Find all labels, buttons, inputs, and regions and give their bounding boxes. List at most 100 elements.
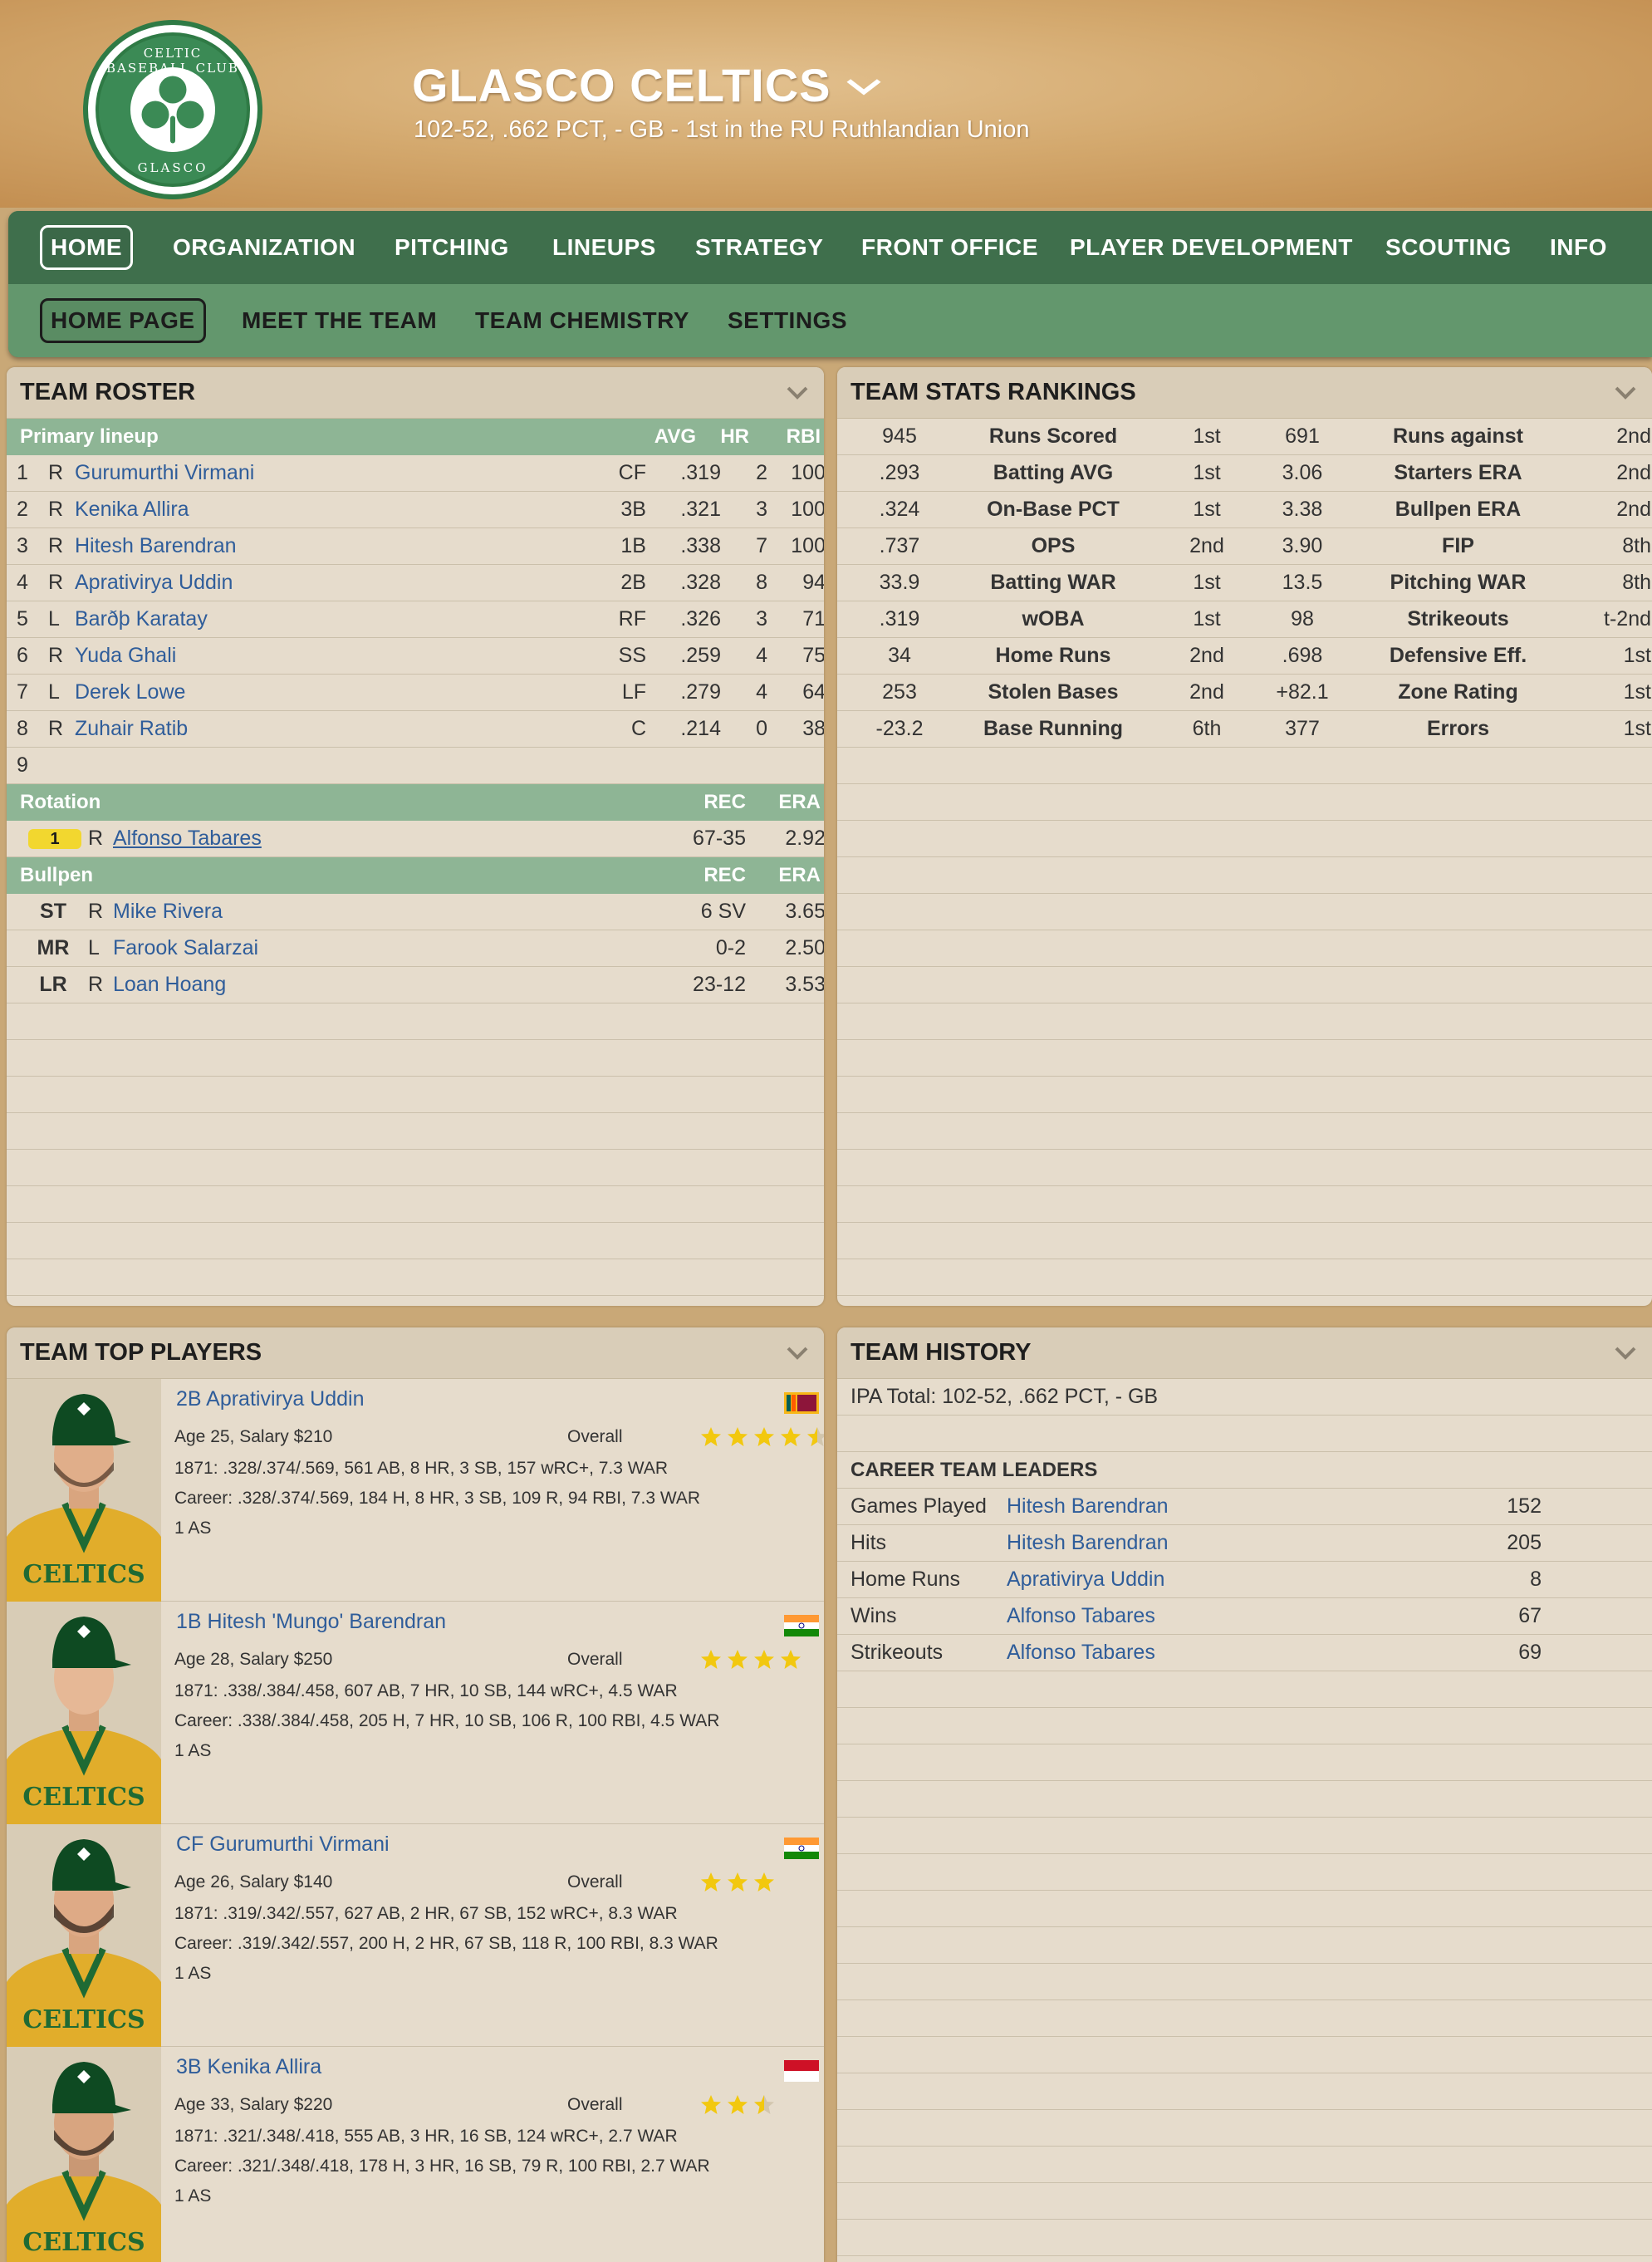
subnav-settings[interactable]: SETTINGS: [728, 307, 847, 334]
player-name-link[interactable]: 2B Aprativirya Uddin: [176, 1387, 365, 1411]
batting-order: 3: [17, 534, 28, 557]
avg-value: .214: [680, 717, 721, 740]
rec-value: 67-35: [693, 827, 746, 850]
stat-rank: 1st: [1193, 498, 1221, 521]
col-avg[interactable]: AVG: [638, 425, 696, 449]
season-stats: 1871: .321/.348/.418, 555 AB, 3 HR, 16 S…: [174, 2127, 678, 2146]
nav-info[interactable]: INFO: [1550, 234, 1607, 261]
col-rec[interactable]: REC: [688, 864, 746, 887]
stat-label: Base Running: [983, 717, 1124, 740]
player-link[interactable]: Kenika Allira: [75, 498, 189, 522]
avg-value: .321: [680, 498, 721, 521]
lineup-row-empty[interactable]: 9: [7, 748, 824, 784]
lineup-row: 8 R Zuhair Ratib C .214 0 38: [7, 711, 824, 748]
player-link[interactable]: Mike Rivera: [113, 900, 223, 924]
throws-hand: R: [88, 973, 104, 996]
bullpen-row: MR L Farook Salarzai 0-2 2.50: [7, 930, 824, 967]
player-link[interactable]: Alfonso Tabares: [1007, 1641, 1155, 1665]
hr-value: 3: [756, 498, 767, 521]
player-link[interactable]: Barðþ Karatay: [75, 607, 208, 631]
player-link[interactable]: Farook Salarzai: [113, 936, 258, 960]
bats-hand: R: [48, 717, 64, 740]
position: 3B: [620, 498, 646, 521]
nav-lineups[interactable]: LINEUPS: [552, 234, 656, 261]
bats-hand: R: [48, 461, 64, 484]
nav-strategy[interactable]: STRATEGY: [695, 234, 823, 261]
bats-hand: R: [48, 571, 64, 594]
player-name-link[interactable]: 1B Hitesh 'Mungo' Barendran: [176, 1610, 446, 1634]
overall-label: Overall: [567, 2095, 623, 2114]
awards: 1 AS: [174, 1964, 212, 1983]
panel-title: TEAM STATS RANKINGS: [851, 379, 1136, 405]
top-player-card[interactable]: CELTICS 3B Kenika Allira Age 33, Salary …: [7, 2047, 824, 2262]
panel-header: TEAM HISTORY: [837, 1327, 1652, 1379]
player-link[interactable]: Loan Hoang: [113, 973, 226, 997]
nav-home[interactable]: HOME: [40, 225, 133, 270]
player-link[interactable]: Hitesh Barendran: [1007, 1531, 1169, 1555]
stat-value: -23.2: [875, 717, 924, 740]
player-link[interactable]: Aprativirya Uddin: [75, 571, 233, 595]
player-name-link[interactable]: CF Gurumurthi Virmani: [176, 1833, 390, 1857]
team-record: 102-52, .662 PCT, - GB - 1st in the RU R…: [414, 116, 1030, 143]
subnav-meet-the-team[interactable]: MEET THE TEAM: [242, 307, 437, 334]
chevron-down-icon[interactable]: [784, 1340, 811, 1367]
stat-rank: 1st: [1193, 607, 1221, 631]
leader-value: 205: [1507, 1531, 1542, 1554]
nav-scouting[interactable]: SCOUTING: [1385, 234, 1512, 261]
leader-category: Strikeouts: [851, 1641, 944, 1664]
team-roster-panel: TEAM ROSTER Primary lineup AVG HR RBI 1 …: [7, 367, 824, 1306]
star-icon: [728, 2095, 748, 2114]
player-link[interactable]: Zuhair Ratib: [75, 717, 188, 741]
leader-row: Strikeouts Alfonso Tabares 69: [837, 1635, 1652, 1671]
half-star-icon: [807, 1427, 824, 1446]
star-icon: [728, 1650, 748, 1669]
nav-front-office[interactable]: FRONT OFFICE: [861, 234, 1038, 261]
col-hr[interactable]: HR: [713, 425, 749, 449]
col-era[interactable]: ERA: [762, 864, 821, 887]
subnav-team-chemistry[interactable]: TEAM CHEMISTRY: [475, 307, 689, 334]
nav-pitching[interactable]: PITCHING: [395, 234, 509, 261]
player-name-link[interactable]: 3B Kenika Allira: [176, 2055, 321, 2079]
team-stats-rankings-panel: TEAM STATS RANKINGS 945 Runs Scored 1st …: [837, 367, 1652, 1306]
lineup-row: 4 R Aprativirya Uddin 2B .328 8 94: [7, 565, 824, 601]
lineup-row: 7 L Derek Lowe LF .279 4 64: [7, 675, 824, 711]
subnav-home-page[interactable]: HOME PAGE: [40, 298, 206, 343]
top-player-card[interactable]: CELTICS CF Gurumurthi Virmani Age 26, Sa…: [7, 1824, 824, 2047]
bullpen-role: ST: [40, 900, 66, 923]
top-player-card[interactable]: CELTICS 2B Aprativirya Uddin Age 25, Sal…: [7, 1379, 824, 1602]
player-link[interactable]: Derek Lowe: [75, 680, 185, 704]
logo-text-bottom: GLASCO: [137, 160, 208, 175]
nav-organization[interactable]: ORGANIZATION: [173, 234, 355, 261]
chevron-down-icon[interactable]: [784, 380, 811, 406]
chevron-down-icon[interactable]: [845, 68, 881, 103]
stat-value: 33.9: [879, 571, 920, 594]
rotation-row: 1 R Alfonso Tabares 67-35 2.92: [7, 821, 824, 857]
top-player-card[interactable]: CELTICS 1B Hitesh 'Mungo' Barendran Age …: [7, 1602, 824, 1824]
stat-value: .698: [1282, 644, 1323, 667]
main-nav: HOME ORGANIZATION PITCHING LINEUPS STRAT…: [8, 211, 1652, 284]
age-salary: Age 26, Salary $140: [174, 1872, 333, 1892]
chevron-down-icon[interactable]: [1612, 1340, 1639, 1367]
career-stats: Career: .338/.384/.458, 205 H, 7 HR, 10 …: [174, 1711, 720, 1730]
chevron-down-icon[interactable]: [1612, 380, 1639, 406]
player-link[interactable]: Alfonso Tabares: [113, 827, 262, 851]
season-stats: 1871: .328/.374/.569, 561 AB, 8 HR, 3 SB…: [174, 1459, 668, 1478]
player-link[interactable]: Alfonso Tabares: [1007, 1604, 1155, 1628]
col-rec[interactable]: REC: [688, 791, 746, 814]
leader-row: Home Runs Aprativirya Uddin 8: [837, 1562, 1652, 1598]
nav-player-development[interactable]: PLAYER DEVELOPMENT: [1070, 234, 1353, 261]
panel-header: TEAM TOP PLAYERS: [7, 1327, 824, 1379]
player-link[interactable]: Gurumurthi Virmani: [75, 461, 254, 485]
player-link[interactable]: Hitesh Barendran: [75, 534, 237, 558]
hr-value: 3: [756, 607, 767, 631]
team-name-dropdown[interactable]: GLASCO CELTICS: [412, 58, 881, 112]
leader-category: Home Runs: [851, 1568, 960, 1591]
col-era[interactable]: ERA: [762, 791, 821, 814]
col-rbi[interactable]: RBI: [762, 425, 821, 449]
bullpen-role: LR: [39, 973, 67, 996]
player-link[interactable]: Yuda Ghali: [75, 644, 176, 668]
career-stats: Career: .321/.348/.418, 178 H, 3 HR, 16 …: [174, 2157, 710, 2176]
bullpen-header: Bullpen REC ERA: [7, 857, 824, 894]
player-link[interactable]: Aprativirya Uddin: [1007, 1568, 1164, 1592]
player-link[interactable]: Hitesh Barendran: [1007, 1494, 1169, 1519]
